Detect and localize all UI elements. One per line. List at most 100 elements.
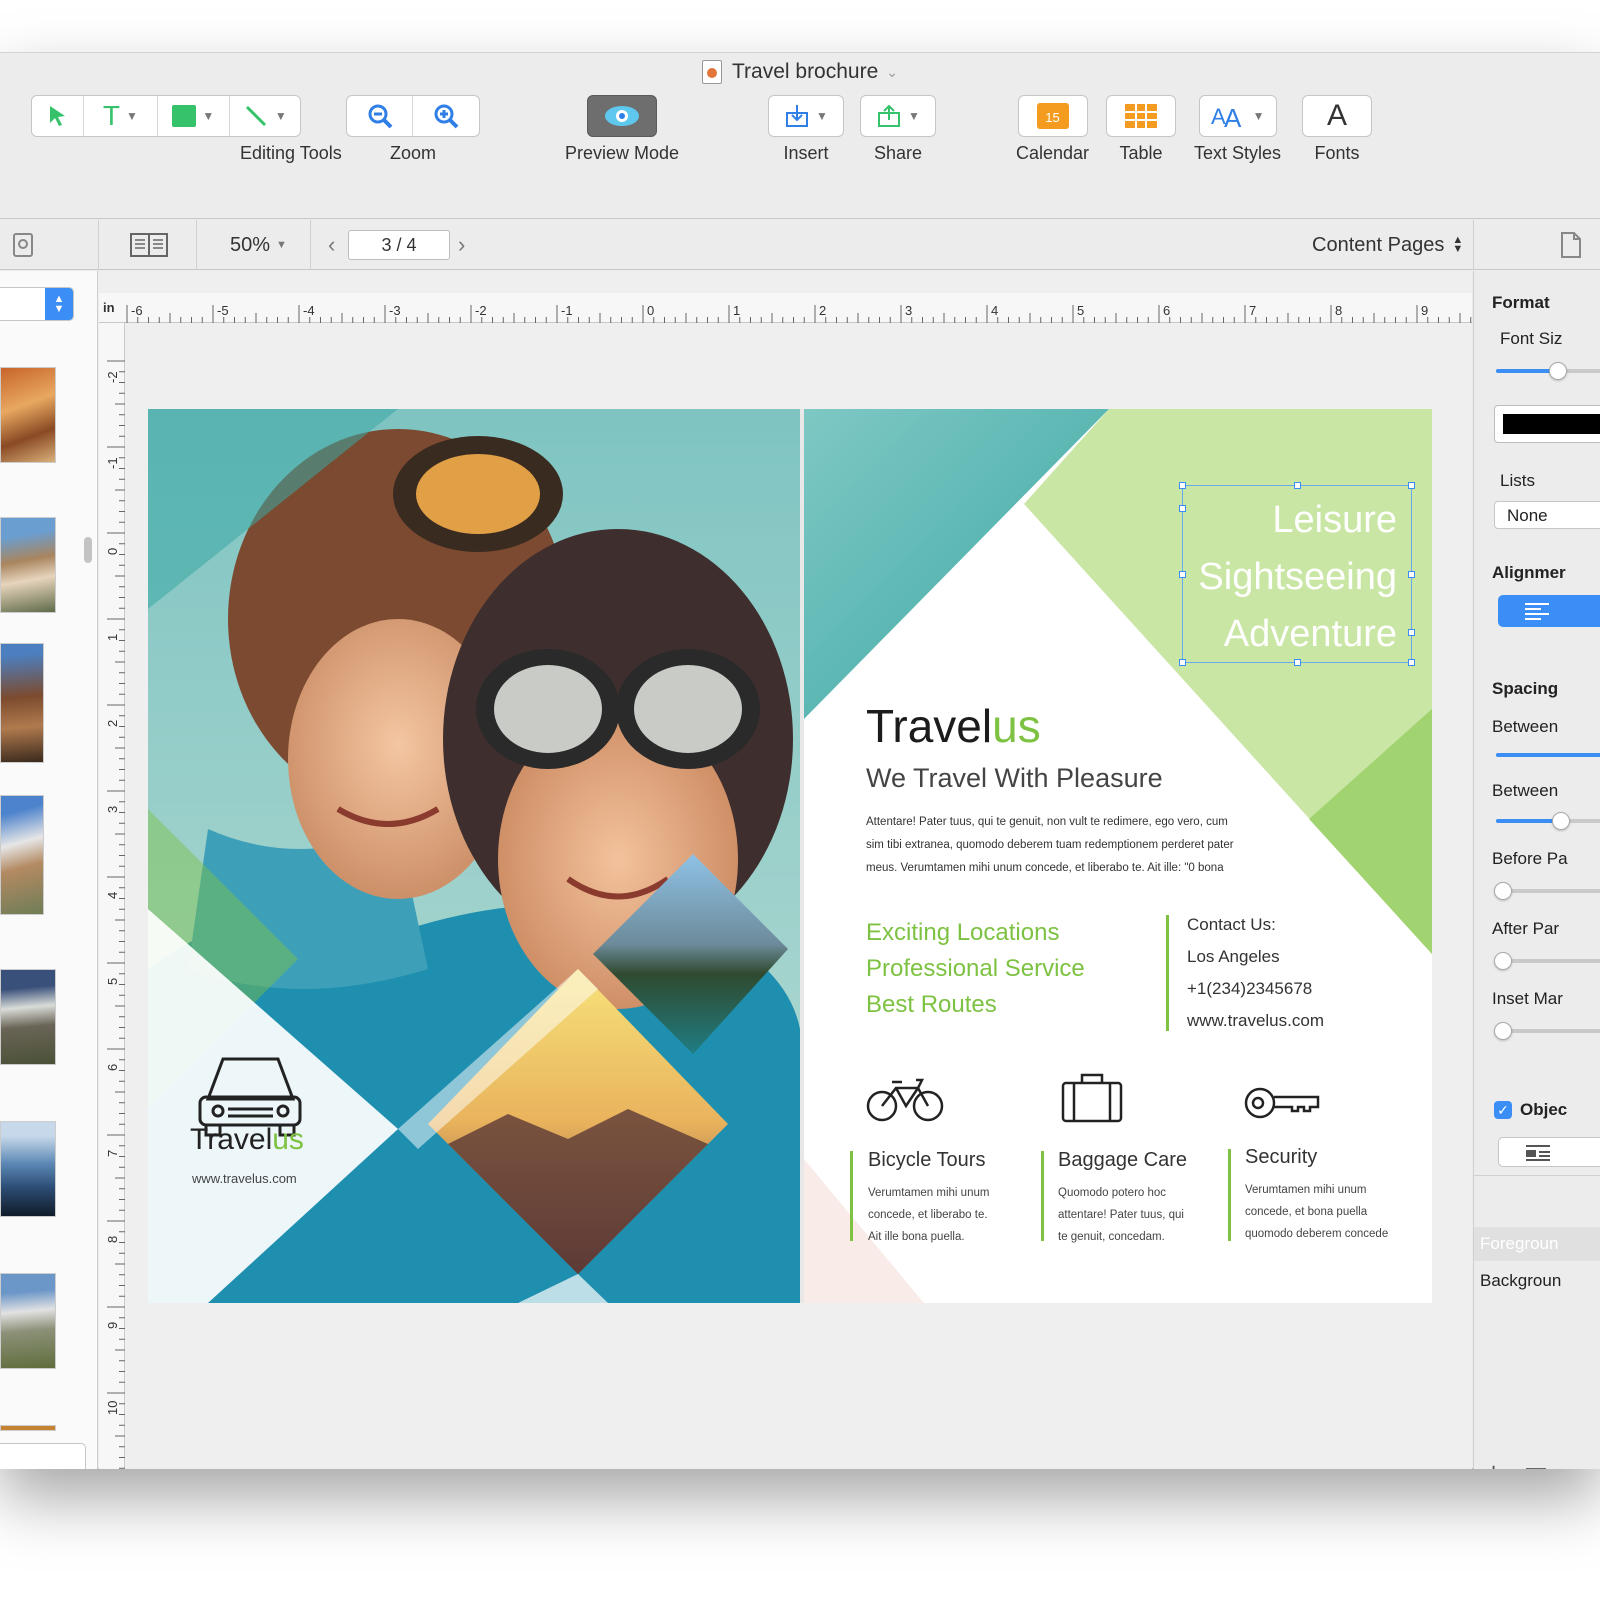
insert-label: Insert [783, 143, 829, 163]
slider-knob[interactable] [1494, 882, 1512, 900]
fonts-group: A Fonts [1302, 95, 1372, 164]
ruler-label: 7 [105, 1149, 120, 1157]
ruler-label: -2 [105, 371, 120, 383]
foreground-row[interactable]: Foregroun [1474, 1227, 1600, 1261]
align-left-button[interactable] [1498, 595, 1600, 627]
brand-name-prefix: Travel [866, 700, 993, 752]
tagline-text-box[interactable]: Leisure Sightseeing Adventure [1179, 482, 1415, 666]
page-thumbnail[interactable] [0, 1425, 56, 1431]
line-spacing-slider[interactable] [1496, 753, 1600, 757]
insert-button[interactable]: ▼ [769, 96, 843, 136]
brand-name-suffix: us [992, 700, 1041, 752]
shape-tool-button[interactable]: ▼ [158, 96, 230, 136]
page-thumbnail[interactable] [0, 1121, 56, 1217]
page-thumbnail[interactable] [0, 517, 56, 613]
selection-handle[interactable] [1408, 571, 1415, 578]
vertical-ruler[interactable]: -2 -1 0 1 2 3 4 5 6 7 8 9 10 [99, 323, 125, 1469]
divider [310, 220, 311, 270]
ruler-label: -2 [475, 303, 487, 318]
font-size-slider[interactable] [1496, 369, 1600, 373]
page-field-wrap: 3 / 4 [348, 220, 450, 270]
checkmark-icon: ✓ [1497, 1102, 1509, 1118]
service-description: Quomodo potero hoc attentare! Pater tuus… [1058, 1182, 1187, 1248]
page-thumbnail[interactable] [0, 969, 56, 1065]
svg-text:A: A [1224, 103, 1242, 130]
selection-handle[interactable] [1408, 482, 1415, 489]
selection-handle[interactable] [1294, 482, 1301, 489]
app-window: Travel brochure ⌄ T▼ ▼ ▼ Editing Tools [0, 52, 1600, 1469]
line-tool-button[interactable]: ▼ [230, 96, 300, 136]
key-icon [1244, 1087, 1320, 1119]
selection-handle[interactable] [1179, 482, 1186, 489]
text-tool-button[interactable]: T ▼ [84, 96, 158, 136]
chevron-down-icon[interactable]: ⌄ [886, 64, 898, 81]
book-icon [130, 233, 168, 257]
paragraph-spacing-slider[interactable] [1496, 819, 1600, 823]
selection-handle[interactable] [1294, 659, 1301, 666]
table-button[interactable] [1107, 96, 1175, 136]
page-thumbnail[interactable] [0, 367, 56, 463]
calendar-button[interactable]: 15 [1019, 96, 1087, 136]
slider-knob[interactable] [1549, 362, 1567, 380]
body-line: sim tibi extranea, quomodo deberem tuam … [866, 839, 1234, 851]
thumbnails-filter-select[interactable]: ▲ ▼ [0, 287, 74, 321]
text-wrap-button[interactable] [1498, 1137, 1600, 1167]
brochure-page-left[interactable]: Travelus www.travelus.com [148, 409, 800, 1303]
service-line: Verumtamen mihi unum [1245, 1184, 1367, 1196]
next-page-button[interactable]: › [458, 220, 465, 270]
text-styles-button[interactable]: A A ▼ [1200, 96, 1276, 136]
sidebar-toggle-button[interactable] [10, 220, 38, 270]
line-icon [245, 105, 266, 127]
zoom-out-button[interactable] [347, 96, 413, 136]
page-thumbnail[interactable] [0, 795, 44, 915]
background-label[interactable]: Backgroun [1480, 1271, 1561, 1291]
title-bar: Travel brochure ⌄ [0, 53, 1600, 91]
preview-mode-label: Preview Mode [565, 143, 680, 163]
window-title[interactable]: Travel brochure [732, 60, 878, 84]
slider-knob[interactable] [1552, 812, 1570, 830]
ruler-label: 7 [1249, 303, 1257, 318]
select-tool-button[interactable] [32, 96, 84, 136]
selection-handle[interactable] [1179, 571, 1186, 578]
share-button[interactable]: ▼ [861, 96, 935, 136]
service-line: Ait ille bona puella. [868, 1231, 965, 1243]
document-canvas[interactable]: in -6 -5 -4 -3 -2 -1 0 1 2 3 4 5 6 7 8 9 -2 -1 0 1 2 3 4 5 6 7 8 9… [99, 271, 1472, 1469]
fonts-button[interactable]: A [1303, 96, 1371, 136]
ruler-label: 9 [1421, 303, 1429, 318]
share-label: Share [873, 143, 923, 163]
add-button[interactable]: + [1486, 1457, 1501, 1469]
slider-knob[interactable] [1494, 952, 1512, 970]
document-inspector-button[interactable] [1560, 220, 1582, 270]
body-line: Attentare! Pater tuus, qui te genuit, no… [866, 816, 1228, 828]
selection-handle[interactable] [1408, 629, 1415, 636]
sidebar-search-field[interactable] [0, 1443, 86, 1469]
zoom-select[interactable]: 50% ▼ [230, 220, 287, 270]
selection-handle[interactable] [1408, 659, 1415, 666]
preview-mode-button[interactable] [588, 96, 656, 136]
slider-knob[interactable] [1494, 1022, 1512, 1040]
selection-handle[interactable] [1179, 505, 1186, 512]
page-thumbnail[interactable] [0, 1273, 56, 1369]
ruler-label: -6 [131, 303, 143, 318]
sidebar-scrollbar[interactable] [84, 537, 92, 563]
page-number-field[interactable]: 3 / 4 [348, 230, 450, 260]
remove-button[interactable]: — [1526, 1457, 1546, 1469]
font-color-well[interactable] [1494, 405, 1600, 443]
lists-select[interactable]: None [1494, 501, 1600, 529]
text-styles-icon: AA [1211, 103, 1242, 130]
service-line: Quomodo potero hoc [1058, 1187, 1167, 1199]
service-divider [1228, 1149, 1231, 1241]
align-left-icon [1525, 603, 1549, 620]
service-title: Security [1245, 1146, 1318, 1168]
content-pages-select[interactable]: Content Pages ▲ ▼ [1312, 220, 1463, 270]
brochure-page-right[interactable]: Leisure Sightseeing Adventure Travelus W… [804, 409, 1432, 1303]
page-view-button[interactable] [130, 220, 168, 270]
contact-line: Contact Us: [1187, 915, 1276, 934]
zoom-in-button[interactable] [413, 96, 479, 136]
horizontal-ruler[interactable]: in -6 -5 -4 -3 -2 -1 0 1 2 3 4 5 6 7 8 9 [99, 293, 1472, 323]
chevron-down-icon: ▼ [908, 109, 920, 123]
selection-handle[interactable] [1179, 659, 1186, 666]
page-thumbnail[interactable] [0, 643, 44, 763]
previous-page-button[interactable]: ‹ [328, 220, 335, 270]
object-checkbox[interactable]: ✓ [1494, 1101, 1512, 1119]
